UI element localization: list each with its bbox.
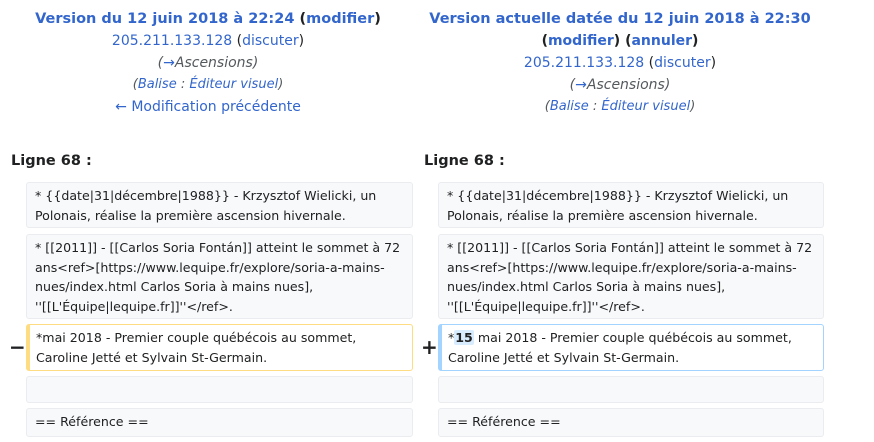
current-tag-label[interactable]: Balise	[550, 99, 589, 114]
new-line-number: Ligne 68 :	[424, 153, 505, 169]
current-talk-link[interactable]: discuter	[654, 55, 711, 71]
current-tag-line: (Balise : Éditeur visuel)	[544, 99, 696, 114]
old-user-line: 205.211.133.128 (discuter)	[111, 33, 305, 49]
old-summary-arrow[interactable]: →	[163, 55, 175, 71]
context-line-new: * [[2011]] - [[Carlos Soria Fontán]] att…	[438, 234, 824, 319]
current-revision-header: Version actuelle datée du 12 juin 2018 à…	[420, 8, 820, 118]
context-line-old: * [[2011]] - [[Carlos Soria Fontán]] att…	[26, 234, 413, 319]
addition-marker: +	[421, 335, 438, 359]
old-edit-link[interactable]: modifier	[306, 11, 374, 27]
added-line: *15 mai 2018 - Premier couple québécois …	[438, 324, 824, 371]
context-line-old: * {{date|31|décembre|1988}} - Krzysztof …	[26, 182, 413, 228]
deletion-marker: −	[9, 335, 26, 359]
deleted-line: *mai 2018 - Premier couple québécois au …	[26, 324, 413, 371]
current-edit-link[interactable]: modifier	[548, 33, 614, 49]
old-summary-section: Ascensions	[174, 55, 253, 71]
paren-close: )	[374, 11, 381, 27]
old-user-link[interactable]: 205.211.133.128	[112, 33, 232, 49]
old-revision-header: Version du 12 juin 2018 à 22:24 (modifie…	[8, 8, 408, 118]
current-summary-arrow[interactable]: →	[575, 77, 587, 93]
old-tag-label[interactable]: Balise	[138, 77, 177, 92]
prev-edit-line: ← Modification précédente	[8, 96, 408, 118]
inserted-text: 15	[454, 330, 474, 345]
current-user-line: 205.211.133.128 (discuter)	[523, 55, 717, 71]
empty-context-line-new	[438, 376, 824, 403]
old-revision-title-line: Version du 12 juin 2018 à 22:24 (modifie…	[8, 8, 408, 30]
previous-edit-link[interactable]: ← Modification précédente	[115, 99, 301, 115]
empty-context-line-old	[26, 376, 413, 403]
context-line-new: == Référence ==	[438, 408, 824, 437]
current-summary-section: Ascensions	[586, 77, 665, 93]
old-revision-title-link[interactable]: Version du 12 juin 2018 à 22:24	[35, 11, 294, 27]
current-summary: (→Ascensions)	[569, 77, 671, 93]
current-tag-value[interactable]: Éditeur visuel	[601, 99, 690, 114]
old-summary: (→Ascensions)	[157, 55, 259, 71]
old-tag-line: (Balise : Éditeur visuel)	[132, 77, 284, 92]
undo-link[interactable]: annuler	[631, 33, 692, 49]
old-line-number: Ligne 68 :	[11, 153, 92, 169]
current-actions-line: (modifier) (annuler)	[541, 33, 699, 49]
context-line-old: == Référence ==	[26, 408, 413, 437]
old-tag-value[interactable]: Éditeur visuel	[189, 77, 278, 92]
old-talk-link[interactable]: discuter	[242, 33, 299, 49]
current-user-link[interactable]: 205.211.133.128	[524, 55, 644, 71]
current-revision-title-link[interactable]: Version actuelle datée du 12 juin 2018 à…	[429, 11, 810, 27]
current-revision-title-line: Version actuelle datée du 12 juin 2018 à…	[420, 8, 820, 30]
context-line-new: * {{date|31|décembre|1988}} - Krzysztof …	[438, 182, 824, 228]
